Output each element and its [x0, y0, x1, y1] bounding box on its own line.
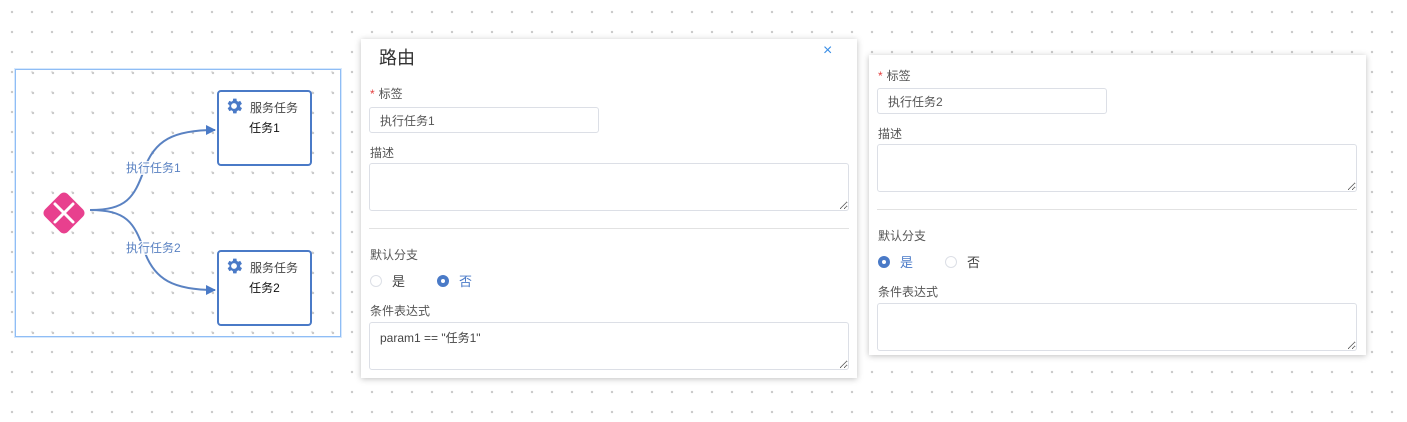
condition-expression-textarea[interactable]: param1 == "任务1" [369, 322, 849, 370]
label-input[interactable] [877, 88, 1107, 114]
gear-icon [227, 98, 242, 114]
task-type-label: 服务任务 [250, 101, 299, 115]
condition-expression-textarea[interactable] [877, 303, 1357, 351]
radio-no[interactable]: 否 [945, 252, 980, 271]
radio-label: 是 [900, 255, 914, 270]
description-textarea[interactable] [877, 144, 1357, 192]
edge-label-2[interactable]: 执行任务2 [125, 241, 182, 255]
radio-circle[interactable] [437, 274, 449, 287]
service-task-2[interactable]: 服务任务 任务2 [217, 250, 312, 326]
task-name-label: 任务1 [249, 121, 280, 135]
condition-expression-label: 条件表达式 [878, 285, 939, 299]
edge-label-1[interactable]: 执行任务1 [125, 161, 182, 175]
label-text: 标签 [886, 69, 911, 83]
radio-label: 否 [459, 274, 473, 289]
radio-label: 是 [392, 274, 406, 289]
label-input[interactable] [369, 107, 599, 133]
route-properties-panel-2: *标签 描述 默认分支 是 否 条件表达式 [869, 55, 1366, 355]
gear-icon [227, 258, 242, 274]
divider [369, 228, 849, 229]
radio-label: 否 [967, 255, 981, 270]
required-mark: * [370, 87, 375, 101]
description-textarea[interactable] [369, 163, 849, 211]
label-field-label: * 标签 [370, 85, 403, 102]
process-diagram[interactable]: 执行任务1 执行任务2 服务任务 任务1 服务任务 任务2 [15, 69, 341, 337]
route-properties-panel: 路由 × *标签 描述 默认分支 是 否 条件表达式 param1 == "任务… [361, 39, 857, 378]
default-branch-label: 默认分支 [370, 248, 419, 262]
description-label: 描述 [878, 127, 903, 141]
radio-yes[interactable]: 是 [878, 252, 913, 271]
radio-yes[interactable]: 是 [370, 271, 405, 290]
radio-no[interactable]: 否 [437, 271, 472, 290]
radio-circle[interactable] [370, 274, 382, 287]
exclusive-gateway[interactable] [41, 190, 86, 235]
task-name-label: 任务2 [249, 281, 280, 295]
default-branch-label: 默认分支 [878, 229, 927, 243]
required-mark: * [878, 69, 883, 83]
description-label: 描述 [370, 146, 395, 160]
close-icon[interactable]: × [823, 43, 832, 59]
canvas[interactable]: 执行任务1 执行任务2 服务任务 任务1 服务任务 任务2 路由 × *标签 描… [0, 0, 1407, 422]
radio-circle[interactable] [945, 255, 957, 268]
condition-expression-label: 条件表达式 [370, 304, 431, 318]
label-field-label: * 标签 [878, 67, 911, 84]
divider [877, 209, 1357, 210]
radio-circle[interactable] [878, 255, 890, 268]
task-type-label: 服务任务 [250, 261, 299, 275]
service-task-1[interactable]: 服务任务 任务1 [217, 90, 312, 166]
label-text: 标签 [378, 87, 403, 101]
panel-title: 路由 [379, 48, 415, 68]
